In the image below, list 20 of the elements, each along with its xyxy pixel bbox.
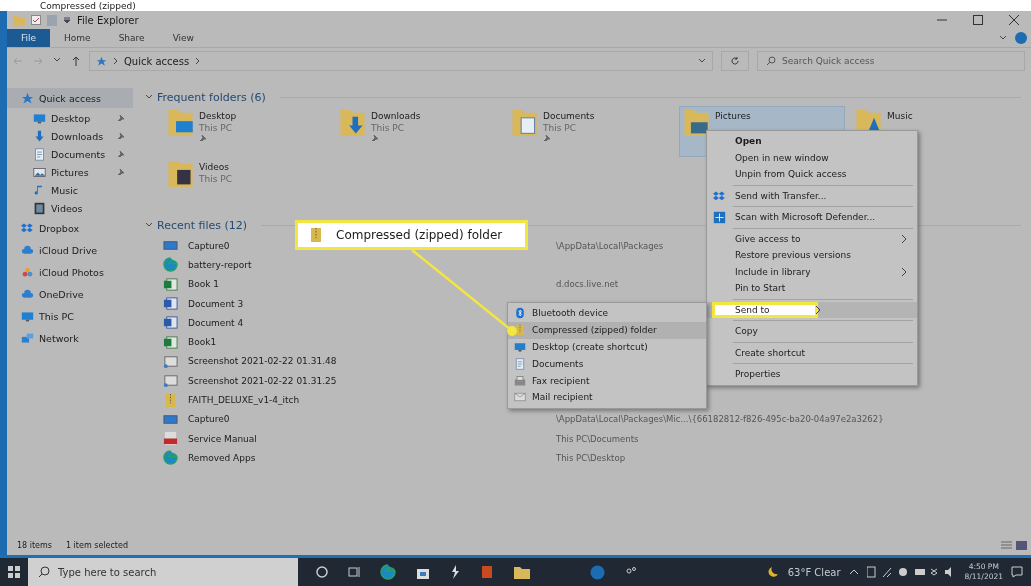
callout-text: Compressed (zipped) folder: [336, 228, 503, 242]
folder-location: This PC: [199, 173, 232, 185]
folder-name: Documents: [543, 110, 595, 122]
folder-location: This PC: [543, 122, 577, 134]
folder-name: Music: [887, 110, 913, 122]
folder-name: Desktop: [199, 110, 237, 122]
file-location: This PC\Desktop: [556, 452, 626, 463]
folder-name: Videos: [199, 161, 230, 173]
folder-name: Pictures: [715, 110, 751, 122]
file-location: d.docs.live.net: [556, 279, 619, 290]
folder-location: This PC: [371, 122, 405, 134]
caption-text: Compressed (zipped): [40, 0, 136, 11]
folder-name: Downloads: [371, 110, 421, 122]
window-title: File Explorer: [77, 14, 139, 26]
selection-status: 1 item selected: [65, 540, 128, 550]
folder-location: This PC: [199, 122, 233, 134]
file-location: This PC\Documents: [556, 433, 639, 444]
file-location: \AppData\Local\Packages\Mic...\{66182812-f826-495c-ba20-04a97e2a3262}: [556, 414, 884, 425]
file-location: \AppData\Local\Packages: [556, 240, 664, 251]
item-count: 18 items: [17, 540, 52, 550]
